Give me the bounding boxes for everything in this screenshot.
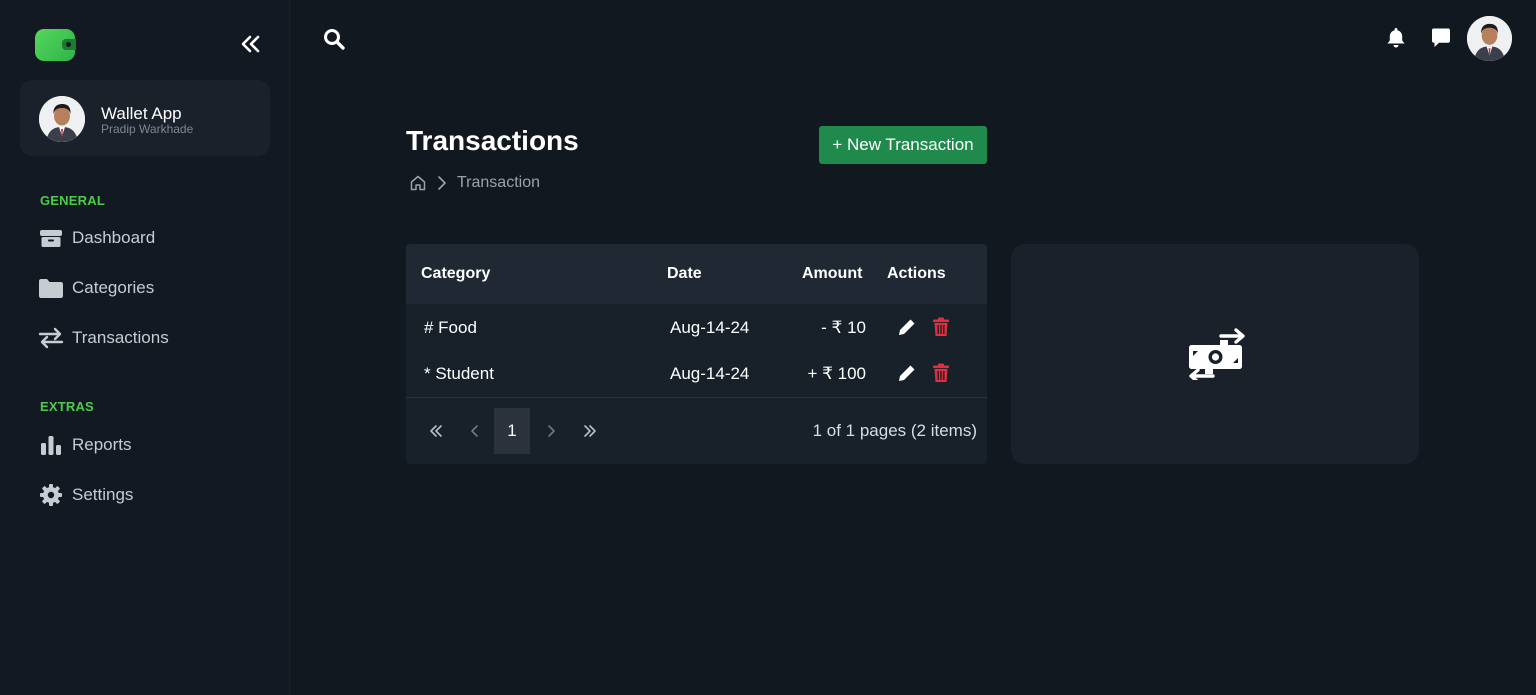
folder-icon [38,275,64,301]
bell-icon [1387,28,1405,48]
avatar [39,96,85,142]
transaction-illustration-card [1011,244,1419,464]
pencil-icon [899,319,915,335]
sidebar: Wallet App Pradip Warkhade GENERAL Dashb… [0,0,290,695]
transactions-table: Category Date Amount Actions # Food Aug-… [406,244,987,464]
user-name: Pradip Warkhade [101,122,194,136]
double-chevron-left-icon [430,425,442,437]
trash-icon [933,363,949,382]
sidebar-item-transactions[interactable]: Transactions [38,323,169,353]
search-button[interactable] [322,27,346,51]
last-page-button[interactable] [572,408,608,454]
double-chevron-right-icon [584,425,596,437]
column-header-amount[interactable]: Amount [802,265,862,283]
column-header-category[interactable]: Category [421,265,490,283]
table-row[interactable]: * Student Aug-14-24 + ₹ 100 [406,350,987,396]
home-icon[interactable] [409,174,427,192]
sidebar-item-settings[interactable]: Settings [38,480,133,510]
sidebar-item-dashboard[interactable]: Dashboard [38,223,155,253]
cell-category: # Food [424,318,477,337]
pager-info: 1 of 1 pages (2 items) [812,421,977,440]
chevron-right-icon [548,425,555,437]
prev-page-button[interactable] [457,408,493,454]
sidebar-item-label: Transactions [72,328,169,347]
money-transfer-icon [1189,328,1245,380]
messages-button[interactable] [1429,26,1453,50]
page-title: Transactions [406,125,579,156]
sidebar-item-reports[interactable]: Reports [38,430,132,460]
double-chevron-left-icon [241,35,260,53]
wallet-logo[interactable] [35,29,76,61]
column-header-date[interactable]: Date [667,265,702,283]
sidebar-item-label: Settings [72,485,134,504]
column-header-actions: Actions [887,265,946,282]
table-header: Category Date Amount Actions [406,244,987,304]
collapse-sidebar-button[interactable] [238,31,264,57]
edit-button[interactable] [897,363,917,383]
bar-chart-icon [38,432,64,458]
sidebar-item-label: Categories [72,278,155,297]
notifications-button[interactable] [1384,26,1408,50]
trash-icon [933,317,949,336]
cell-date: Aug-14-24 [670,318,750,337]
transfer-arrows-icon [38,325,64,351]
chevron-left-icon [471,425,478,437]
sidebar-item-categories[interactable]: Categories [38,273,154,303]
edit-button[interactable] [897,317,917,337]
sidebar-item-label: Dashboard [72,228,156,247]
chevron-right-icon [438,176,446,190]
search-icon [324,29,345,50]
first-page-button[interactable] [418,408,454,454]
cell-date: Aug-14-24 [670,364,750,383]
new-transaction-button[interactable]: + New Transaction [819,126,987,164]
cell-amount: + ₹ 100 [807,364,866,383]
app-name: Wallet App [101,104,182,123]
page-number-button[interactable]: 1 [494,408,530,454]
chat-icon [1432,28,1450,47]
breadcrumb-current: Transaction [457,174,540,191]
user-avatar[interactable] [1467,16,1512,61]
gear-icon [38,482,64,508]
profile-card[interactable]: Wallet App Pradip Warkhade [20,80,270,156]
section-label-extras: EXTRAS [40,399,94,414]
cell-amount: - ₹ 10 [821,318,866,337]
breadcrumb: Transaction [409,173,540,193]
sidebar-item-label: Reports [72,435,132,454]
cell-category: * Student [424,364,494,383]
pager: 1 1 of 1 pages (2 items) [406,397,987,464]
next-page-button[interactable] [533,408,569,454]
delete-button[interactable] [932,363,950,383]
section-label-general: GENERAL [40,193,105,208]
table-row[interactable]: # Food Aug-14-24 - ₹ 10 [406,304,987,350]
delete-button[interactable] [932,317,950,337]
pencil-icon [899,365,915,381]
box-icon [38,225,64,251]
